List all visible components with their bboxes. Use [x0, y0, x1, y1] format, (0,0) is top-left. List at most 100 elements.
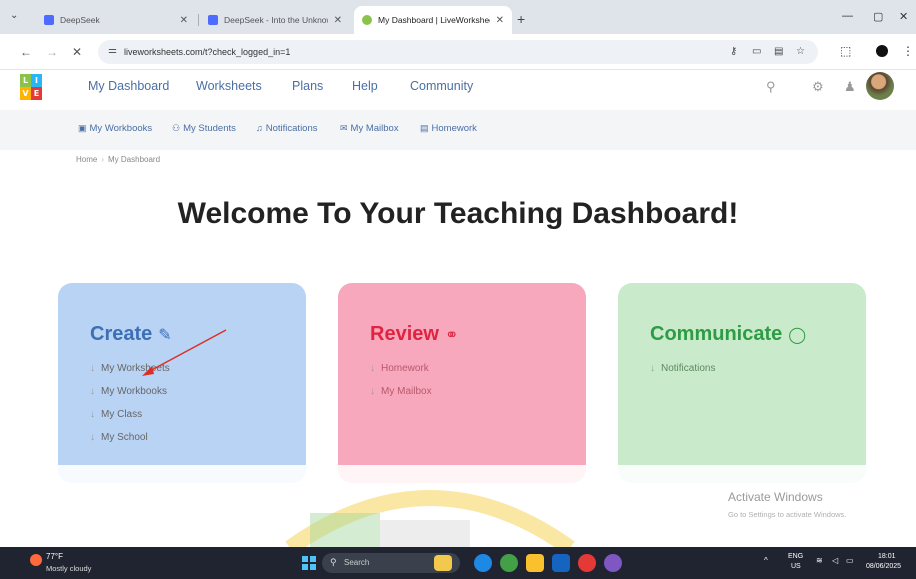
card-review: Review ⚭ ↓ Homework ↓ My Mailbox: [338, 283, 586, 483]
chrome-icon[interactable]: [578, 554, 596, 572]
tab-deepseek[interactable]: DeepSeek ✕: [36, 6, 196, 34]
nav-my-dashboard[interactable]: My Dashboard: [88, 79, 169, 93]
edge-browser-icon[interactable]: [474, 554, 492, 572]
nav-plans[interactable]: Plans: [292, 79, 323, 93]
bell-icon: ♫: [256, 123, 263, 133]
browser-toolbar: ← → ✕ ⚌ liveworksheets.com/t?check_logge…: [0, 34, 916, 70]
bell-icon[interactable]: ♟: [844, 79, 856, 95]
close-icon[interactable]: ✕: [496, 15, 504, 26]
subnav-notifications[interactable]: ♫ Notifications: [256, 123, 318, 134]
link-homework[interactable]: ↓ Homework: [370, 363, 432, 374]
page-title: Welcome To Your Teaching Dashboard!: [177, 197, 739, 230]
arrow-down-icon: ↓: [370, 386, 375, 397]
clock-time[interactable]: 18:01: [878, 553, 896, 560]
dashboard-subnav: ▣ My Workbooks ⚇ My Students ♫ Notification…: [0, 110, 916, 150]
nav-worksheets[interactable]: Worksheets: [196, 79, 262, 93]
browser-tab-strip: ⌄ DeepSeek ✕ DeepSeek - Into the Unknown…: [0, 0, 916, 34]
tray-chevron-icon[interactable]: ^: [764, 556, 768, 565]
breadcrumb-current: My Dashboard: [108, 155, 161, 164]
cast-icon[interactable]: ▭: [752, 46, 761, 57]
volume-icon[interactable]: ◁: [832, 556, 838, 565]
mail-icon: ✉: [340, 123, 348, 133]
site-info-icon[interactable]: ⚌: [108, 45, 117, 56]
arrow-down-icon: ↓: [90, 432, 95, 443]
region-indicator[interactable]: US: [791, 563, 801, 570]
close-icon[interactable]: ✕: [180, 15, 188, 26]
new-tab-plus-icon[interactable]: +: [517, 11, 525, 27]
address-bar[interactable]: ⚌ liveworksheets.com/t?check_logged_in=1…: [98, 40, 818, 64]
arrow-down-icon: ↓: [650, 363, 655, 374]
forward-arrow-icon[interactable]: →: [46, 45, 58, 59]
deepseek-favicon-icon: [44, 15, 54, 25]
wifi-icon[interactable]: ≋: [816, 556, 823, 565]
app-icon[interactable]: [604, 554, 622, 572]
annotation-arrow: [142, 329, 227, 376]
card-review-links: ↓ Homework ↓ My Mailbox: [370, 363, 432, 409]
breadcrumb-separator: ›: [101, 155, 105, 164]
url-text[interactable]: liveworksheets.com/t?check_logged_in=1: [124, 47, 290, 57]
homework-icon: ▤: [420, 123, 429, 133]
activate-windows-subtitle: Go to Settings to activate Windows.: [728, 510, 847, 519]
liveworksheets-favicon-icon: [362, 15, 372, 25]
file-explorer-icon[interactable]: [526, 554, 544, 572]
window-close-icon[interactable]: ✕: [899, 10, 908, 23]
breadcrumb: Home › My Dashboard: [76, 155, 160, 164]
bookmark-star-icon[interactable]: ☆: [796, 46, 805, 57]
nav-help[interactable]: Help: [352, 79, 378, 93]
subnav-homework[interactable]: ▤ Homework: [420, 123, 477, 134]
gear-icon[interactable]: ⚙: [812, 79, 824, 95]
language-indicator[interactable]: ENG: [788, 553, 803, 560]
breadcrumb-home[interactable]: Home: [76, 155, 97, 164]
arrow-down-icon: ↓: [370, 363, 375, 374]
taskbar-search[interactable]: ⚲ Search: [322, 553, 460, 573]
search-icon: ⚲: [330, 557, 337, 567]
word-icon[interactable]: [552, 554, 570, 572]
weather-desc[interactable]: Mostly cloudy: [46, 564, 91, 573]
subnav-my-workbooks[interactable]: ▣ My Workbooks: [78, 123, 152, 134]
tab-divider: [198, 14, 199, 26]
students-icon: ⚇: [172, 123, 181, 133]
tab-my-dashboard[interactable]: My Dashboard | LiveWorksheet ✕: [354, 6, 512, 34]
store-icon[interactable]: [500, 554, 518, 572]
deepseek-favicon-icon: [208, 15, 218, 25]
arrow-down-icon: ↓: [90, 363, 95, 374]
search-icon[interactable]: ⚲: [766, 79, 776, 95]
battery-icon[interactable]: ▭: [846, 556, 854, 565]
arrow-down-icon: ↓: [90, 386, 95, 397]
card-communicate-title[interactable]: Communicate ◯: [650, 323, 806, 346]
clock-date[interactable]: 08/06/2025: [866, 563, 901, 570]
minimize-icon[interactable]: —: [842, 10, 853, 22]
avatar[interactable]: [866, 72, 894, 100]
site-header: L I V E My Dashboard Worksheets Plans He…: [0, 70, 916, 104]
extensions-icon[interactable]: ⬚: [840, 44, 851, 58]
link-my-workbooks[interactable]: ↓ My Workbooks: [90, 386, 170, 397]
decorative-arc: [285, 490, 575, 548]
subnav-my-students[interactable]: ⚇ My Students: [172, 123, 236, 134]
translate-icon[interactable]: ▤: [774, 46, 783, 57]
nav-community[interactable]: Community: [410, 79, 473, 93]
link-my-class[interactable]: ↓ My Class: [90, 409, 170, 420]
profile-icon[interactable]: [876, 45, 888, 57]
tab-deepseek-unknown[interactable]: DeepSeek - Into the Unknown ✕: [200, 6, 350, 34]
weather-temp[interactable]: 77°F: [46, 552, 63, 561]
activate-windows-title: Activate Windows: [728, 490, 823, 504]
subnav-my-mailbox[interactable]: ✉ My Mailbox: [340, 123, 399, 134]
browser-menu-icon[interactable]: ⋮: [902, 44, 914, 58]
card-review-title[interactable]: Review ⚭: [370, 323, 458, 346]
book-icon: ▣: [78, 123, 87, 133]
weather-icon[interactable]: [30, 554, 42, 566]
tab-search-chevron-icon[interactable]: ⌄: [10, 10, 18, 21]
binoculars-icon: ⚭: [444, 327, 459, 344]
link-my-school[interactable]: ↓ My School: [90, 432, 170, 443]
speech-bubble-icon: ◯: [788, 327, 807, 344]
back-arrow-icon[interactable]: ←: [20, 45, 32, 59]
close-icon[interactable]: ✕: [334, 15, 342, 26]
link-notifications[interactable]: ↓ Notifications: [650, 363, 715, 374]
password-key-icon[interactable]: ⚷: [730, 46, 737, 57]
link-my-mailbox[interactable]: ↓ My Mailbox: [370, 386, 432, 397]
windows-start-icon[interactable]: [302, 556, 316, 570]
liveworksheets-logo[interactable]: L I V E: [20, 74, 42, 100]
windows-taskbar: 77°F Mostly cloudy ⚲ Search ^ ENG US ≋ ◁…: [0, 547, 916, 579]
maximize-icon[interactable]: ▢: [873, 10, 883, 23]
stop-loading-icon[interactable]: ✕: [72, 45, 82, 59]
